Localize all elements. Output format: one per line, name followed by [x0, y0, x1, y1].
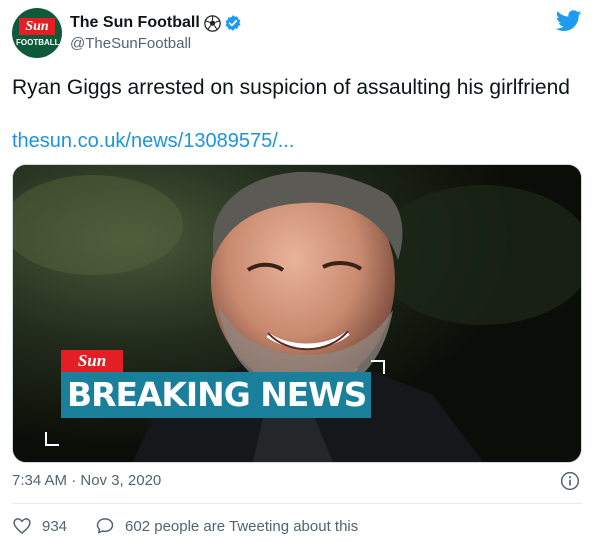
breaking-news-graphic: Sun BREAKING NEWS — [45, 350, 385, 446]
sun-logo: Sun — [61, 350, 123, 372]
tweet-link[interactable]: thesun.co.uk/news/13089575/... — [12, 129, 294, 153]
breaking-news-banner: BREAKING NEWS — [61, 372, 371, 418]
divider — [12, 503, 582, 504]
tweet-text: Ryan Giggs arrested on suspicion of assa… — [12, 76, 570, 99]
tweet-actions: 934 602 people are Tweeting about this — [12, 516, 386, 536]
avatar-brand-logo: Sun — [19, 18, 55, 35]
frame-corner-top-right — [371, 360, 385, 374]
quote-tweets-action[interactable]: 602 people are Tweeting about this — [95, 516, 358, 536]
like-action[interactable]: 934 — [12, 516, 67, 536]
reply-bubble-icon — [96, 518, 114, 534]
tweet-timestamp[interactable]: 7:34 AM · Nov 3, 2020 — [12, 472, 161, 489]
display-name[interactable]: The Sun Football — [70, 14, 200, 32]
verified-icon — [224, 14, 242, 32]
tweet-media[interactable]: Sun BREAKING NEWS — [12, 164, 582, 463]
frame-corner-bottom-left — [45, 432, 59, 446]
like-count: 934 — [42, 517, 68, 535]
author-block[interactable]: The Sun Football @TheSunFootball — [70, 12, 242, 52]
quote-tweets-text: 602 people are Tweeting about this — [125, 517, 359, 535]
info-icon[interactable] — [560, 471, 580, 491]
soccer-ball-icon — [203, 14, 221, 32]
twitter-bird-icon[interactable] — [556, 10, 582, 32]
handle[interactable]: @TheSunFootball — [70, 35, 242, 52]
avatar[interactable]: Sun FOOTBALL — [12, 8, 62, 58]
heart-icon — [13, 518, 31, 534]
tweet-card: Sun FOOTBALL The Sun Football @TheSunFoo… — [0, 0, 594, 542]
avatar-brand-sub: FOOTBALL — [16, 38, 60, 47]
